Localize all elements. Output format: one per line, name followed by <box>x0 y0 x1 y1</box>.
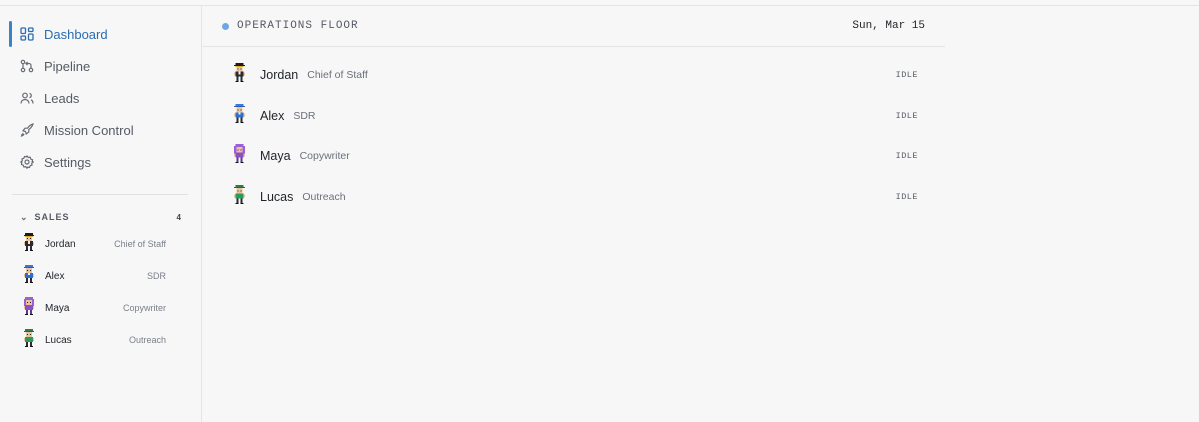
nav-item-settings[interactable]: Settings <box>9 146 191 178</box>
group-count: 4 <box>176 212 182 222</box>
sidebar-nav: Dashboard Pipeline Leads Mission Control… <box>9 18 191 178</box>
agent-name: Maya <box>45 302 70 314</box>
agent-role: Copywriter <box>299 150 350 163</box>
agent-name: Alex <box>260 108 285 123</box>
git-branch-icon <box>20 59 34 73</box>
nav-label: Mission Control <box>44 122 134 138</box>
rocket-icon <box>20 123 34 137</box>
users-icon <box>20 91 34 105</box>
group-label: SALES <box>34 212 70 222</box>
avatar <box>233 144 246 168</box>
agent-row-lucas[interactable]: Lucas Outreach IDLE <box>203 177 945 218</box>
group-header-sales[interactable]: ⌄ SALES 4 <box>20 210 182 224</box>
nav-label: Leads <box>44 90 80 106</box>
sidebar-agent-jordan[interactable]: Jordan Chief of Staff <box>14 228 176 260</box>
status-badge: IDLE <box>895 151 918 162</box>
agent-role: Copywriter <box>122 303 166 313</box>
avatar <box>233 103 246 128</box>
nav-label: Settings <box>44 154 91 170</box>
avatar <box>233 184 246 209</box>
sidebar-divider <box>12 194 188 195</box>
status-dot <box>222 22 229 30</box>
sidebar: Dashboard Pipeline Leads Mission Control… <box>0 6 202 422</box>
agent-role: SDR <box>146 271 166 281</box>
agent-role: Chief of Staff <box>114 239 166 249</box>
agent-row-maya[interactable]: Maya Copywriter IDLE <box>203 136 945 177</box>
agent-row-jordan[interactable]: Jordan Chief of Staff IDLE <box>203 55 945 96</box>
date-label: Sun, Mar 15 <box>852 20 925 32</box>
agent-name: Lucas <box>45 334 72 346</box>
agent-name: Lucas <box>260 189 294 204</box>
agent-row-alex[interactable]: Alex SDR IDLE <box>203 96 945 137</box>
status-badge: IDLE <box>895 191 918 202</box>
agent-name: Jordan <box>45 238 76 250</box>
agent-name: Maya <box>260 149 291 164</box>
agent-name: Jordan <box>260 68 299 83</box>
nav-label: Dashboard <box>44 26 108 42</box>
agent-role: SDR <box>293 109 316 122</box>
chevron-down-icon: ⌄ <box>20 211 29 222</box>
floor-header: OPERATIONS FLOOR Sun, Mar 15 <box>203 6 945 47</box>
avatar <box>23 232 35 256</box>
grid-icon <box>20 27 34 41</box>
main-panel: OPERATIONS FLOOR Sun, Mar 15 Jordan Chie… <box>203 6 945 422</box>
avatar <box>23 264 35 288</box>
gear-icon <box>20 155 34 169</box>
agent-role: Outreach <box>128 335 166 345</box>
status-badge: IDLE <box>895 110 918 121</box>
nav-item-pipeline[interactable]: Pipeline <box>9 50 191 82</box>
sidebar-agent-lucas[interactable]: Lucas Outreach <box>14 324 176 356</box>
nav-label: Pipeline <box>44 58 91 74</box>
status-badge: IDLE <box>895 70 918 81</box>
sidebar-agent-list: Jordan Chief of Staff Alex SDR Maya Copy… <box>14 228 176 356</box>
agent-role: Chief of Staff <box>307 69 368 82</box>
avatar <box>23 328 35 352</box>
sidebar-agent-alex[interactable]: Alex SDR <box>14 260 176 292</box>
agent-name: Alex <box>45 270 65 282</box>
nav-item-mission-control[interactable]: Mission Control <box>9 114 191 146</box>
nav-item-leads[interactable]: Leads <box>9 82 191 114</box>
nav-item-dashboard[interactable]: Dashboard <box>9 18 191 50</box>
agent-list: Jordan Chief of Staff IDLE Alex SDR IDLE <box>203 47 945 217</box>
page-title: OPERATIONS FLOOR <box>237 20 359 32</box>
avatar <box>23 296 35 320</box>
avatar <box>233 63 246 87</box>
sidebar-agent-maya[interactable]: Maya Copywriter <box>14 292 176 324</box>
agent-role: Outreach <box>302 190 346 203</box>
